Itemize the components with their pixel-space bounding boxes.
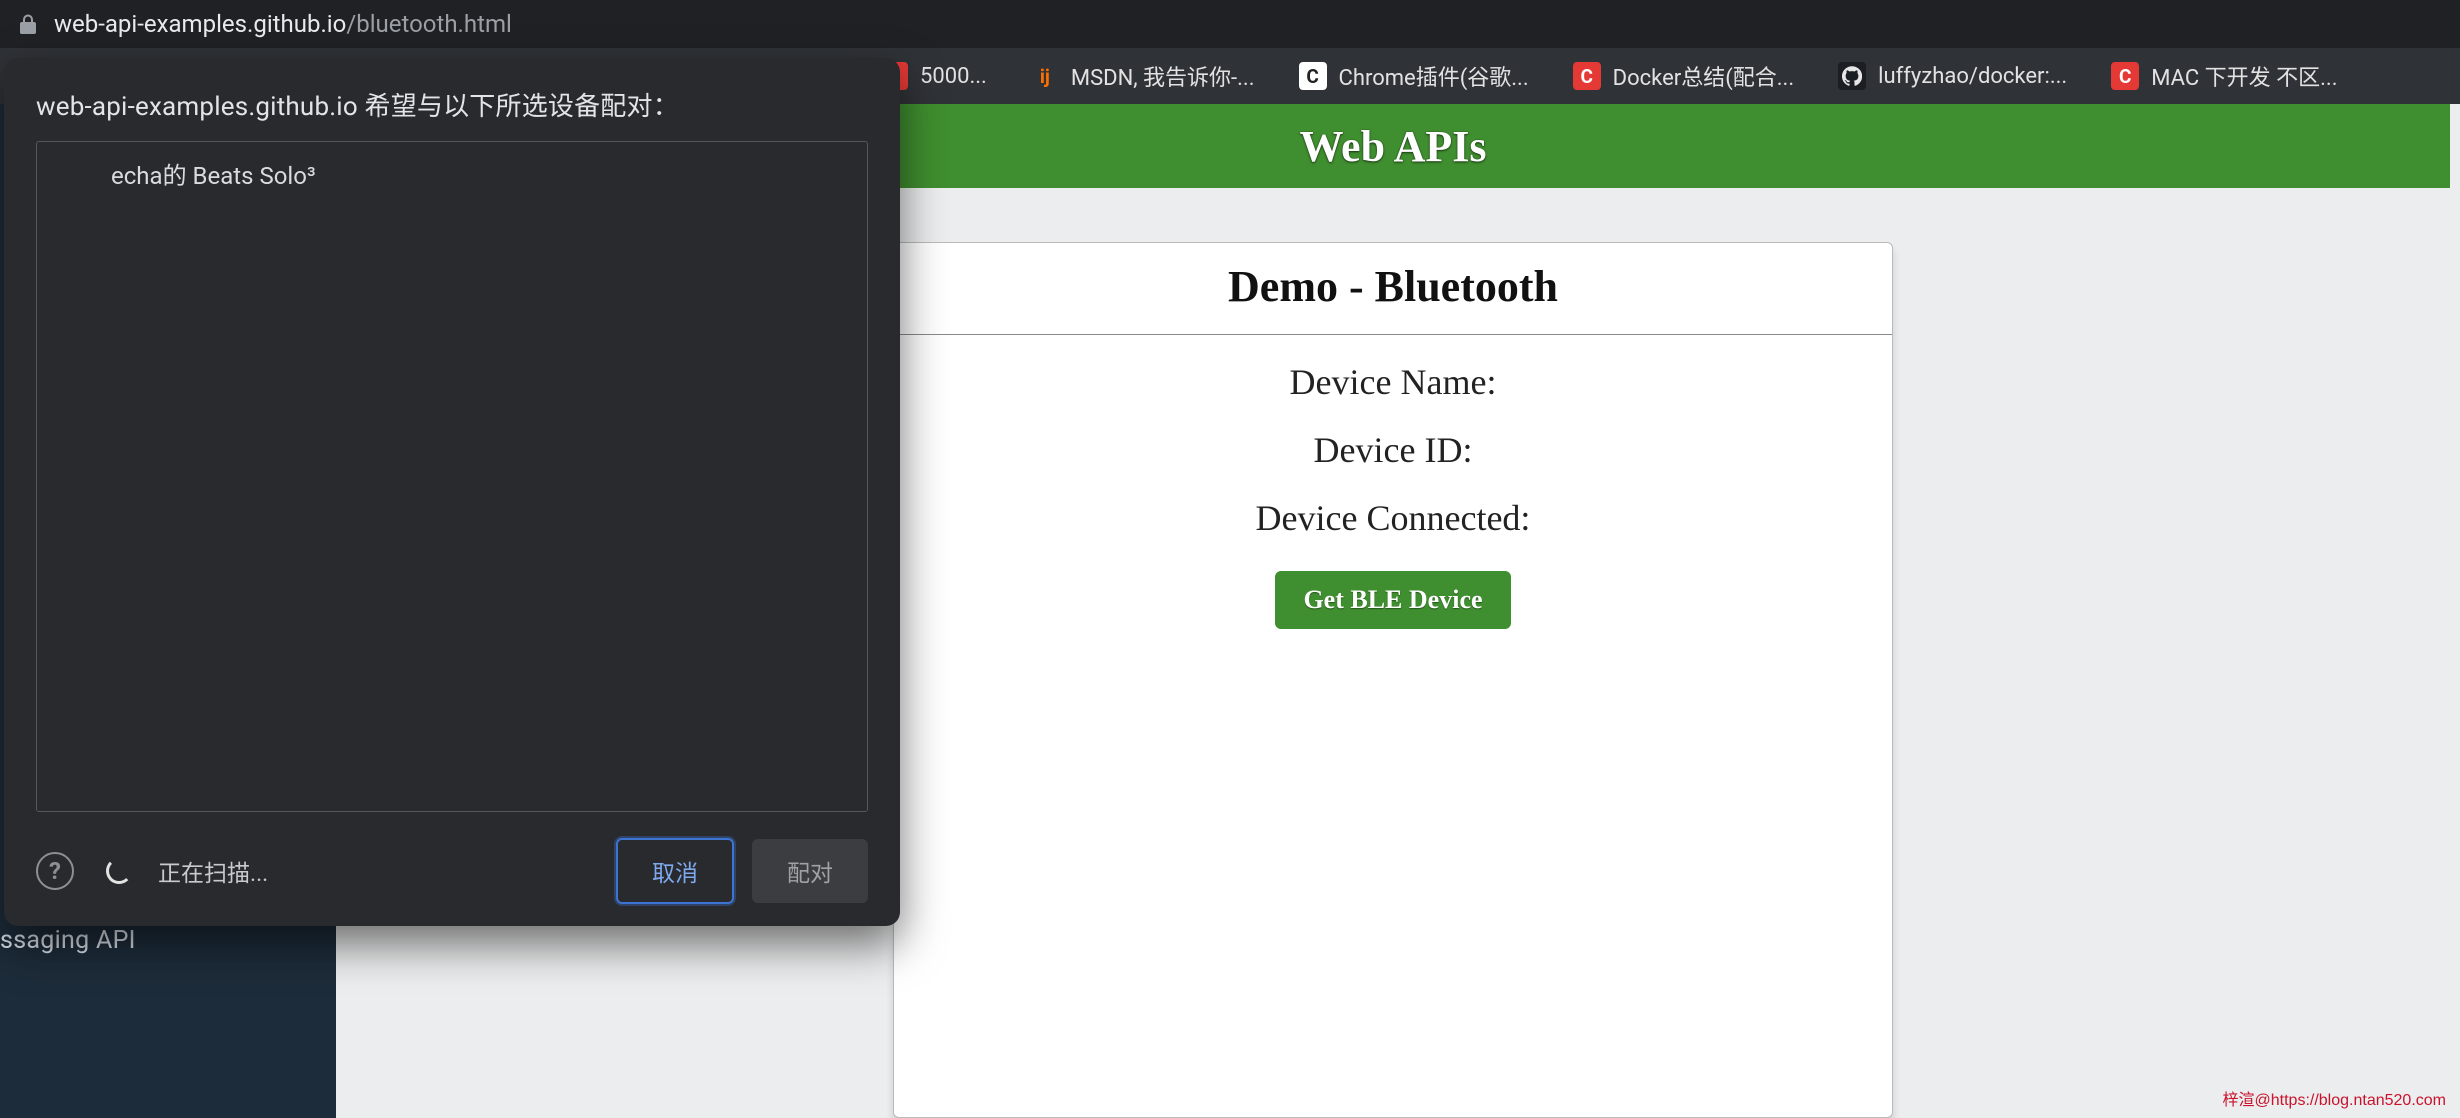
- bluetooth-card: Demo - Bluetooth Device Name: Device ID:…: [893, 242, 1893, 1118]
- spinner-icon: [106, 858, 132, 884]
- bookmark-github[interactable]: luffyzhao/docker:...: [1838, 62, 2067, 90]
- device-connected-label: Device Connected:: [894, 497, 1892, 539]
- bookmark-label: 5000...: [920, 64, 987, 89]
- device-id-label: Device ID:: [894, 429, 1892, 471]
- bookmark-msdn[interactable]: ij MSDN, 我告诉你-...: [1031, 60, 1255, 92]
- bookmark-label: MAC 下开发 不区...: [2151, 60, 2337, 92]
- bookmark-chrome-icon: C: [1299, 62, 1327, 90]
- cancel-button[interactable]: 取消: [616, 838, 734, 904]
- page-title: Web APIs: [1299, 121, 1486, 172]
- get-ble-device-button[interactable]: Get BLE Device: [1275, 571, 1510, 629]
- lock-icon: [18, 13, 40, 35]
- bookmark-label: Docker总结(配合...: [1613, 60, 1795, 92]
- bookmark-mac-icon: C: [2111, 62, 2139, 90]
- card-title: Demo - Bluetooth: [894, 243, 1892, 334]
- bluetooth-pairing-dialog: web-api-examples.github.io 希望与以下所选设备配对： …: [4, 58, 900, 926]
- device-list[interactable]: echa的 Beats Solo³: [36, 141, 868, 812]
- device-name-label: Device Name:: [894, 361, 1892, 403]
- bookmark-chrome[interactable]: C Chrome插件(谷歌...: [1299, 60, 1529, 92]
- dialog-prompt: web-api-examples.github.io 希望与以下所选设备配对：: [36, 86, 868, 123]
- bookmark-docker[interactable]: C Docker总结(配合...: [1573, 60, 1795, 92]
- bookmark-docker-icon: C: [1573, 62, 1601, 90]
- card-divider: [894, 334, 1892, 335]
- bookmark-msdn-icon: ij: [1031, 62, 1059, 90]
- help-icon[interactable]: ?: [36, 852, 74, 890]
- bookmark-label: Chrome插件(谷歌...: [1339, 60, 1529, 92]
- watermark: 梓渲@https://blog.ntan520.com: [2223, 1086, 2446, 1110]
- github-icon: [1838, 62, 1866, 90]
- dialog-footer: ? 正在扫描... 取消 配对: [36, 838, 868, 904]
- address-bar[interactable]: web-api-examples.github.io/bluetooth.htm…: [0, 0, 2460, 48]
- scanning-status: 正在扫描...: [158, 854, 616, 888]
- url-host: web-api-examples.github.io: [54, 10, 346, 38]
- bookmark-label: MSDN, 我告诉你-...: [1071, 60, 1255, 92]
- url-path: /bluetooth.html: [346, 10, 512, 38]
- device-list-item[interactable]: echa的 Beats Solo³: [37, 142, 867, 205]
- pair-button[interactable]: 配对: [752, 839, 868, 903]
- bookmark-mac[interactable]: C MAC 下开发 不区...: [2111, 60, 2337, 92]
- bookmark-label: luffyzhao/docker:...: [1878, 64, 2067, 89]
